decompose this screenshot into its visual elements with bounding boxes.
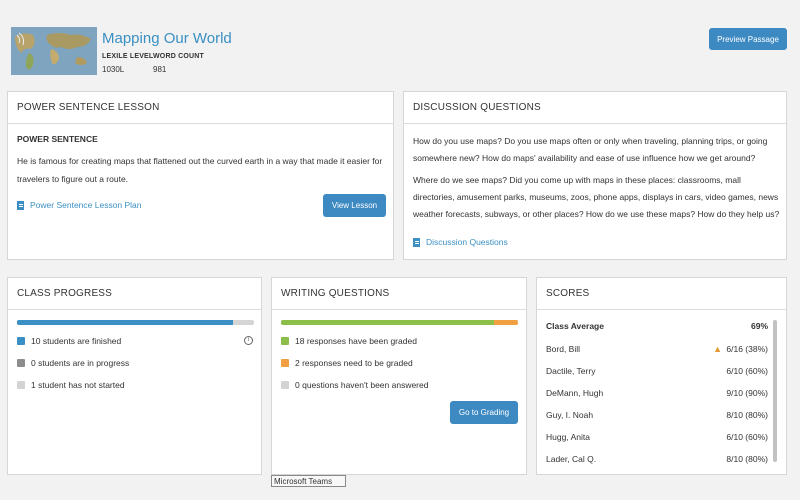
class-average-value: 69%: [750, 321, 768, 331]
lesson-plan-link-label: Power Sentence Lesson Plan: [30, 200, 142, 210]
in-progress-swatch: [17, 359, 25, 367]
legend-finished: 10 students are finished: [17, 336, 121, 346]
student-score: 8/10 (80%): [726, 454, 768, 464]
preview-passage-button[interactable]: Preview Passage: [709, 28, 787, 50]
power-sentence-text: He is famous for creating maps that flat…: [17, 156, 383, 184]
passage-title: Mapping Our World: [102, 30, 232, 47]
document-icon: [17, 200, 24, 210]
graded-segment: [281, 320, 495, 325]
student-score: 6/10 (60%): [726, 432, 768, 442]
student-score: 6/10 (60%): [726, 366, 768, 376]
student-score: 6/16 (38%): [726, 344, 768, 354]
finished-label: 10 students are finished: [31, 336, 122, 346]
legend-unanswered: 0 questions haven't been answered: [281, 380, 428, 390]
student-name: Guy, I. Noah: [546, 410, 594, 420]
panel-title: CLASS PROGRESS: [8, 278, 261, 310]
needs-grading-label: 2 responses need to be graded: [295, 358, 413, 368]
warning-icon: ▲: [713, 344, 722, 354]
legend-needs-grading: 2 responses need to be graded: [281, 358, 413, 368]
taskbar-tooltip: Microsoft Teams: [271, 475, 346, 487]
unanswered-swatch: [281, 381, 289, 389]
student-name: DeMann, Hugh: [546, 388, 604, 398]
needs-grading-segment: [494, 320, 518, 325]
lexile-value: 1030L: [102, 65, 125, 74]
legend-not-started: 1 student has not started: [17, 380, 125, 390]
discussion-paragraph-2: Where do we see maps? Did you come up wi…: [413, 175, 780, 219]
discussion-questions-link[interactable]: Discussion Questions: [413, 237, 508, 247]
power-sentence-panel: POWER SENTENCE LESSON POWER SENTENCE He …: [7, 91, 394, 260]
discussion-link-label: Discussion Questions: [426, 237, 508, 247]
writing-progress-bar: [281, 320, 518, 325]
passage-header: Mapping Our World LEXILE LEVEL 1030L WOR…: [0, 0, 800, 80]
not-started-label: 1 student has not started: [31, 380, 125, 390]
info-icon[interactable]: i: [244, 336, 253, 345]
finished-swatch: [17, 337, 25, 345]
writing-questions-panel: WRITING QUESTIONS 18 responses have been…: [271, 277, 527, 475]
student-name: Dactile, Terry: [546, 366, 596, 376]
class-progress-bar: [17, 320, 254, 325]
document-icon: [413, 237, 420, 247]
needs-grading-swatch: [281, 359, 289, 367]
word-count-label: WORD COUNT: [153, 53, 204, 60]
legend-graded: 18 responses have been graded: [281, 336, 417, 346]
panel-title: DISCUSSION QUESTIONS: [404, 92, 786, 124]
panel-title: WRITING QUESTIONS: [272, 278, 526, 310]
scores-scrollbar[interactable]: [773, 320, 777, 462]
panel-title: POWER SENTENCE LESSON: [8, 92, 393, 124]
power-sentence-lesson-plan-link[interactable]: Power Sentence Lesson Plan: [17, 200, 142, 210]
world-map-thumbnail: [11, 27, 97, 75]
student-name: Hugg, Anita: [546, 432, 590, 442]
go-to-grading-button[interactable]: Go to Grading: [450, 401, 518, 424]
not-started-swatch: [17, 381, 25, 389]
discussion-paragraph-1: How do you use maps? Do you use maps oft…: [413, 136, 768, 163]
panel-title: SCORES: [537, 278, 786, 310]
lexile-label: LEXILE LEVEL: [102, 53, 154, 60]
in-progress-label: 0 students are in progress: [31, 358, 130, 368]
word-count-value: 981: [153, 65, 167, 74]
student-score: 9/10 (90%): [726, 388, 768, 398]
student-name: Bord, Bill: [546, 344, 581, 354]
view-lesson-button[interactable]: View Lesson: [323, 194, 386, 217]
class-average-label: Class Average: [546, 321, 604, 331]
finished-segment: [17, 320, 233, 325]
scores-panel: SCORES Class Average 69% Bord, Bill ▲ 6/…: [536, 277, 787, 475]
unanswered-label: 0 questions haven't been answered: [295, 380, 429, 390]
student-name: Lader, Cal Q.: [546, 454, 597, 464]
graded-label: 18 responses have been graded: [295, 336, 417, 346]
discussion-questions-panel: DISCUSSION QUESTIONS How do you use maps…: [403, 91, 787, 260]
graded-swatch: [281, 337, 289, 345]
class-progress-panel: CLASS PROGRESS 10 students are finished …: [7, 277, 262, 475]
student-score: 8/10 (80%): [726, 410, 768, 420]
power-sentence-subheading: POWER SENTENCE: [17, 134, 98, 144]
legend-in-progress: 0 students are in progress: [17, 358, 129, 368]
